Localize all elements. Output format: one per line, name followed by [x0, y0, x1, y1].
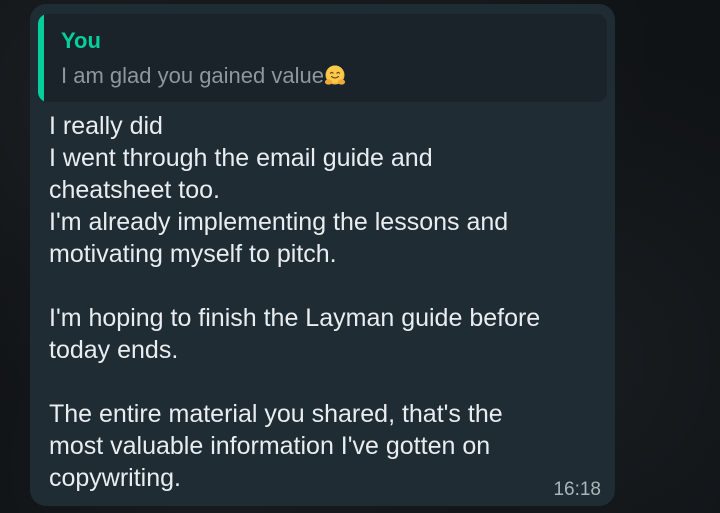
quoted-reply[interactable]: You I am glad you gained value — [38, 14, 607, 102]
quoted-text: I am glad you gained value — [61, 63, 324, 88]
quote-accent-bar — [38, 14, 44, 102]
message-line: I'm already implementing the lessons and — [49, 208, 509, 236]
message-bubble[interactable]: You I am glad you gained value I really … — [30, 4, 615, 506]
message-line: most valuable information I've gotten on — [49, 432, 491, 460]
message-line: I really did — [49, 112, 163, 140]
message-line: The entire material you shared, that's t… — [49, 400, 503, 428]
message-line: I went through the email guide and — [49, 144, 433, 172]
hugging-face-icon — [324, 65, 346, 85]
message-timestamp: 16:18 — [553, 479, 601, 500]
message-line: motivating myself to pitch. — [49, 240, 337, 268]
message-line: copywriting. — [49, 464, 181, 492]
quoted-text-row: I am glad you gained value — [61, 62, 347, 90]
message-line: today ends. — [49, 336, 179, 364]
message-line: I'm hoping to finish the Layman guide be… — [49, 304, 541, 332]
message-line: cheatsheet too. — [49, 176, 220, 204]
message-text: I really did I went through the email gu… — [49, 110, 597, 494]
quoted-author: You — [61, 28, 101, 53]
